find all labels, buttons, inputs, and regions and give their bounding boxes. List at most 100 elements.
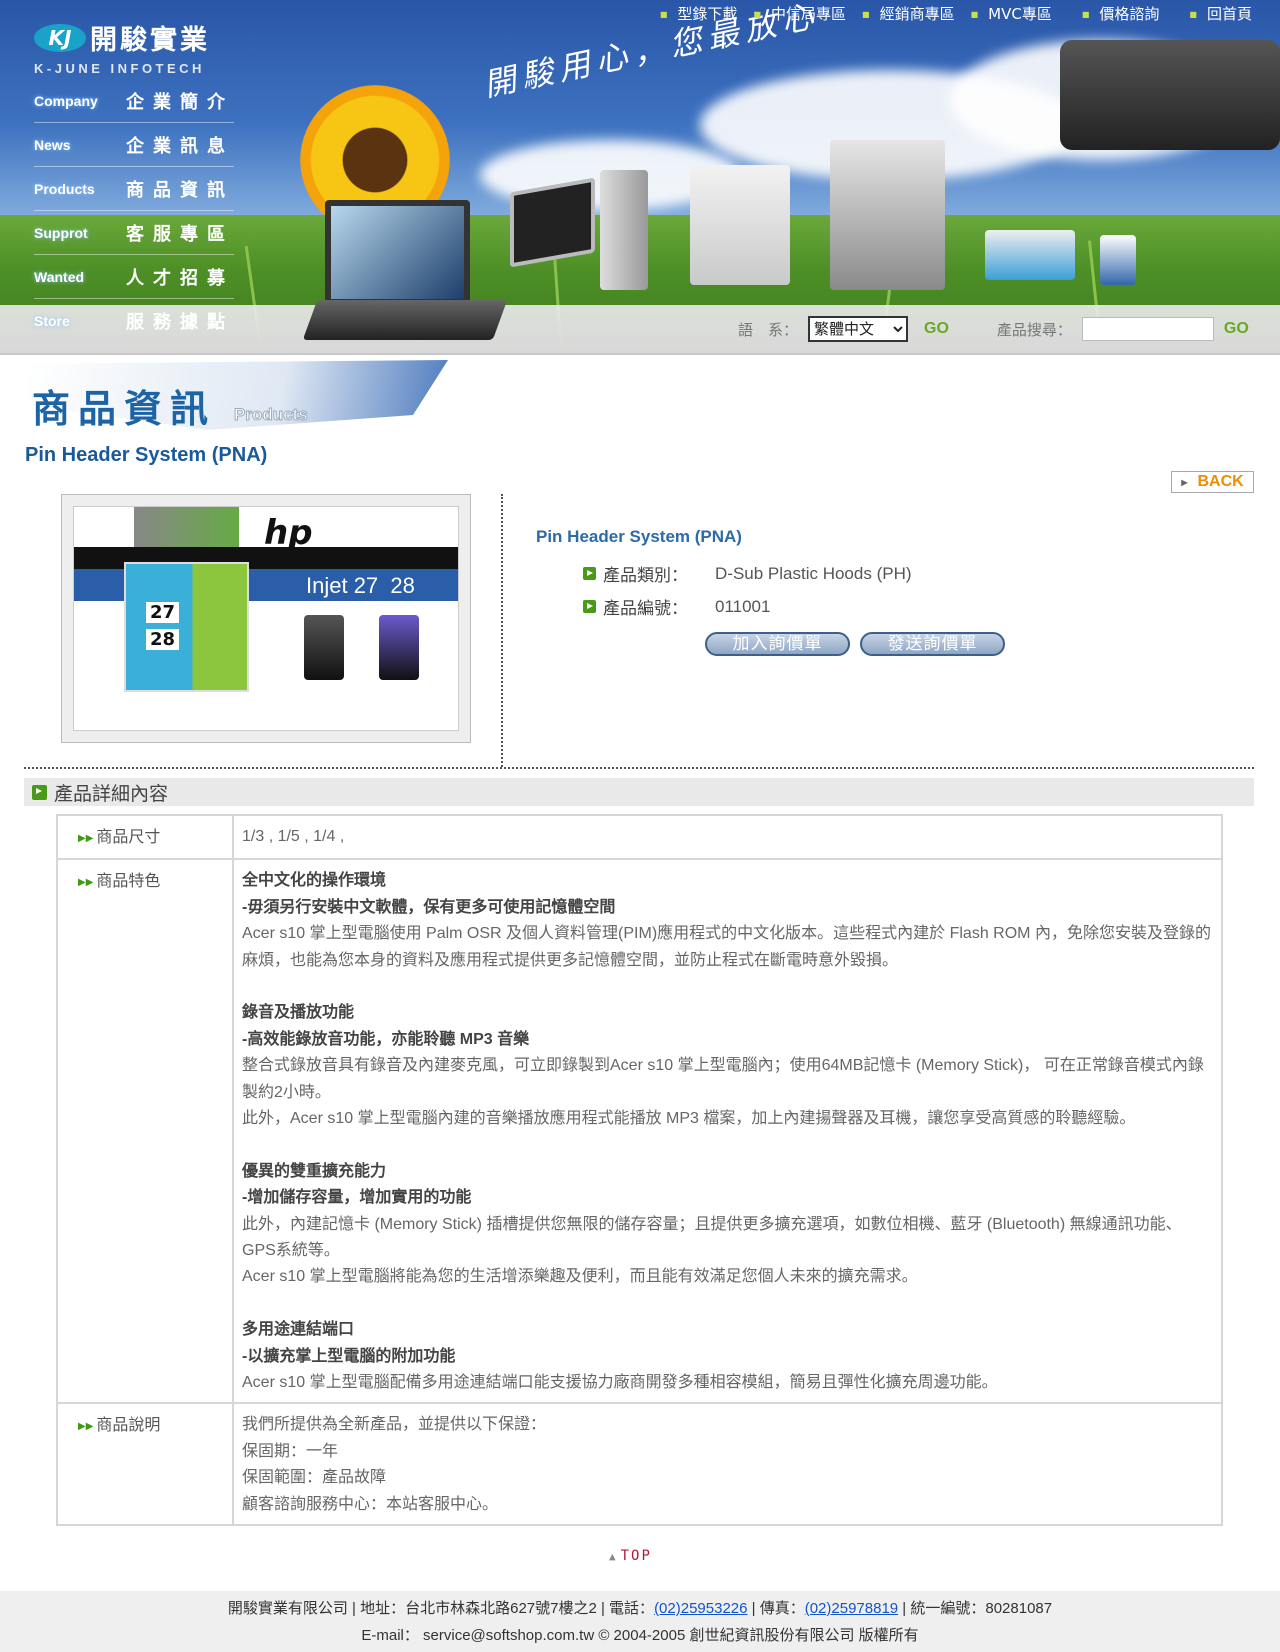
send-inquiry-button[interactable]: 發送詢價單: [860, 632, 1005, 656]
feature-block: 錄音及播放功能 -高效能錄放音功能，亦能聆聽 MP3 音樂 整合式錄放音具有錄音…: [242, 1000, 1213, 1132]
menu-label-en: Wanted: [34, 268, 85, 285]
nav-price-inquiry[interactable]: 價格諮詢: [1082, 3, 1159, 24]
row-label: ▶▶ 商品特色: [56, 858, 234, 1405]
nav-dealer-zone[interactable]: 經銷商專區: [862, 3, 955, 24]
description-line: 顧客諮詢服務中心：本站客服中心。: [242, 1495, 499, 1513]
fax-label: | 傳真：: [747, 1600, 805, 1617]
toolbar-controls: 語 系： 繁體中文 GO 產品搜尋： GO: [738, 316, 1249, 342]
top-label: TOP: [620, 1548, 652, 1564]
table-row: ▶▶ 商品說明 我們所提供為全新產品，並提供以下保證： 保固期：一年 保固範圍：產…: [56, 1402, 1223, 1527]
play-icon: [32, 784, 47, 800]
logo-name-cn: 開駿實業: [90, 25, 210, 56]
menu-label-cn: 人才招募: [126, 267, 234, 289]
play-icon: ▶: [1181, 477, 1188, 487]
menu-label-en: News: [34, 136, 71, 153]
description-line: 保固範圍：產品故障: [242, 1469, 387, 1487]
menu-label-cn: 服務據點: [126, 312, 234, 333]
laser-printer-image: [690, 165, 790, 285]
nav-central-trust-zone[interactable]: 中信局專區: [753, 3, 846, 24]
nav-catalog-download[interactable]: 型錄下載: [660, 3, 737, 24]
feature-title: 優異的雙重擴充能力: [242, 1162, 387, 1180]
feature-paragraph: 此外，Acer s10 掌上型電腦內建的音樂播放應用程式能播放 MP3 檔案，加…: [242, 1110, 1136, 1128]
search-label: 產品搜尋：: [996, 320, 1072, 339]
play-icon: [583, 600, 596, 613]
toner-box-image: [985, 230, 1075, 280]
menu-item-products[interactable]: Products 商品資訊: [34, 167, 234, 211]
menu-label-en: Store: [34, 313, 70, 329]
phone-link[interactable]: (02)25953226: [654, 1600, 747, 1617]
product-image: hp Injet 27 28 27 28: [61, 494, 471, 743]
category-label: 產品類別：: [603, 566, 688, 586]
menu-label-cn: 企業簡介: [126, 91, 234, 113]
footer: 開駿實業有限公司 | 地址：台北市林森北路627號7樓之2 | 電話：(02)2…: [0, 1591, 1280, 1652]
back-label: BACK: [1197, 473, 1244, 490]
search-input[interactable]: [1081, 317, 1214, 341]
feature-block: 全中文化的操作環境 -毋須另行安裝中文軟體，保有更多可使用記憶體空間 Acer …: [242, 868, 1213, 974]
description-label: 商品說明: [96, 1415, 161, 1435]
feature-subtitle: -增加儲存容量，增加實用的功能: [242, 1189, 472, 1207]
size-label: 商品尺寸: [96, 827, 161, 846]
add-inquiry-button[interactable]: 加入詢價單: [705, 632, 850, 656]
menu-item-news[interactable]: News 企業訊息: [34, 123, 234, 167]
play-icon: [583, 567, 596, 580]
vertical-divider: [501, 494, 503, 767]
footer-company: 開駿實業有限公司 | 地址：台北市林森北路627號7樓之2 | 電話：: [227, 1600, 655, 1617]
logo-name-en: K-JUNE INFOTECH: [34, 61, 205, 76]
description-line: 保固期：一年: [242, 1442, 339, 1460]
pc-tower-image: [600, 170, 648, 290]
black-cartridge: [304, 615, 344, 680]
language-go-button[interactable]: GO: [924, 320, 949, 338]
horizontal-divider: [24, 767, 1254, 769]
back-button[interactable]: ▶ BACK: [1171, 471, 1254, 493]
menu-label-cn: 商品資訊: [126, 179, 234, 201]
description-value: 我們所提供為全新產品，並提供以下保證： 保固期：一年 保固範圍：產品故障 顧客諮…: [232, 1402, 1223, 1527]
photo-strip: [134, 507, 239, 547]
menu-label-cn: 客服專區: [126, 223, 234, 245]
category-row: 產品類別： D-Sub Plastic Hoods (PH): [583, 561, 912, 586]
language-select[interactable]: 繁體中文: [808, 316, 909, 342]
menu-label-en: Company: [34, 92, 98, 109]
section-title-cn: 商品資訊: [32, 387, 217, 431]
triangle-up-icon: ▲: [609, 1550, 618, 1563]
search-go-button[interactable]: GO: [1224, 320, 1249, 338]
feature-paragraph: Acer s10 掌上型電腦配備多用途連結端口能支援協力廠商開發多種相容模組，簡…: [242, 1374, 998, 1392]
menu-item-store[interactable]: Store 服務據點: [34, 299, 234, 343]
menu-item-support[interactable]: Supprot 客服專區: [34, 211, 234, 255]
package-number: 27: [146, 602, 180, 623]
laptop-keyboard-image: [302, 300, 508, 340]
top-nav: 型錄下載 中信局專區 經銷商專區 MVC專區 價格諮詢 回首頁: [660, 3, 1252, 24]
details-heading: 產品詳細內容: [24, 778, 1254, 806]
menu-item-wanted[interactable]: Wanted 人才招募: [34, 255, 234, 299]
feature-subtitle: -高效能錄放音功能，亦能聆聽 MP3 音樂: [242, 1030, 530, 1048]
table-row: ▶▶ 商品尺寸 1/3 , 1/5 , 1/4 ,: [56, 813, 1223, 861]
menu-label-en: Supprot: [34, 224, 88, 241]
feature-block: 多用途連結端口 -以擴充掌上型電腦的附加功能 Acer s10 掌上型電腦配備多…: [242, 1317, 1213, 1396]
menu-item-company[interactable]: Company 企業簡介: [34, 79, 234, 123]
fax-link[interactable]: (02)25978819: [805, 1600, 898, 1617]
double-arrow-icon: ▶▶: [78, 1421, 94, 1433]
menu-label-en: Products: [34, 180, 95, 197]
table-row: ▶▶ 商品特色 全中文化的操作環境 -毋須另行安裝中文軟體，保有更多可使用記憶體空…: [56, 858, 1223, 1405]
monitor-image: [510, 177, 595, 268]
feature-paragraph: Acer s10 掌上型電腦將能為您的生活增添樂趣及便利，而且能有效滿足您個人未…: [242, 1268, 918, 1286]
laptop-image: [325, 200, 470, 305]
back-to-top-link[interactable]: ▲ TOP: [609, 1548, 652, 1564]
image-caption: Injet 27 28: [306, 573, 415, 598]
logo[interactable]: KJ 開駿實業 K-JUNE INFOTECH: [34, 18, 234, 76]
logo-mark: KJ: [34, 23, 86, 52]
ink-package: 27 28: [124, 562, 249, 692]
color-cartridge: [379, 615, 419, 680]
category-value: D-Sub Plastic Hoods (PH): [715, 563, 912, 583]
details-heading-text: 產品詳細內容: [54, 782, 169, 805]
multifunction-printer-image: [830, 140, 945, 290]
feature-paragraph: 整合式錄放音具有錄音及內建麥克風，可立即錄製到Acer s10 掌上型電腦內；使…: [242, 1057, 1204, 1101]
feature-block: 優異的雙重擴充能力 -增加儲存容量，增加實用的功能 此外，內建記憶卡 (Memo…: [242, 1159, 1213, 1291]
header-banner: 開駿用心，您最放心 KJ 開駿實業 K-JUNE INFOTECH Company…: [0, 0, 1280, 355]
feature-paragraph: Acer s10 掌上型電腦使用 Palm OSR 及個人資料管理(PIM)應用…: [242, 925, 1211, 969]
section-title-en: Products: [234, 405, 309, 425]
info-title: Pin Header System (PNA): [536, 527, 742, 546]
nav-home[interactable]: 回首頁: [1189, 3, 1252, 24]
double-arrow-icon: ▶▶: [78, 877, 94, 889]
feature-subtitle: -以擴充掌上型電腦的附加功能: [242, 1347, 456, 1365]
nav-mvc-zone[interactable]: MVC專區: [971, 3, 1052, 24]
